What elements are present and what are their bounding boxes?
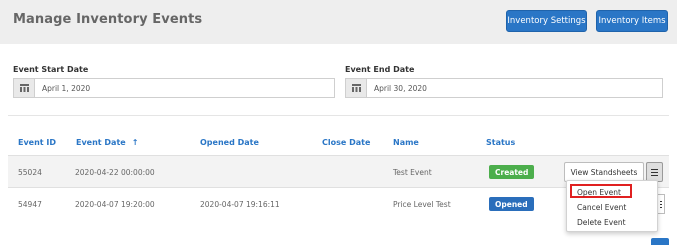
row-actions-dropdown: Open Event Cancel Event Delete Event	[566, 180, 658, 232]
calendar-icon	[351, 84, 361, 92]
column-header-status[interactable]: Status	[486, 138, 515, 147]
hamburger-menu-icon	[659, 200, 662, 208]
column-header-event-id[interactable]: Event ID	[18, 138, 56, 147]
inventory-settings-button[interactable]: Inventory Settings	[506, 10, 587, 32]
event-start-date-input[interactable]: April 1, 2020	[13, 78, 335, 98]
column-header-name[interactable]: Name	[393, 138, 419, 147]
status-badge: Opened	[489, 197, 534, 211]
inventory-items-button[interactable]: Inventory Items	[596, 10, 668, 32]
hamburger-menu-icon	[651, 168, 658, 176]
event-name-cell: Price Level Test	[393, 200, 451, 209]
event-start-date-label: Event Start Date	[13, 65, 89, 74]
status-badge: Created	[489, 165, 535, 179]
delete-event-menu-item[interactable]: Delete Event	[577, 218, 626, 227]
calendar-button[interactable]	[14, 79, 35, 97]
column-header-event-date[interactable]: Event Date ↑	[76, 138, 138, 147]
calendar-icon	[19, 84, 29, 92]
row-actions-menu-button[interactable]	[657, 194, 665, 214]
row-actions-menu-button[interactable]	[646, 162, 663, 182]
event-end-date-value: April 30, 2020	[374, 83, 427, 93]
event-name-cell: Test Event	[393, 168, 432, 177]
column-header-close-date[interactable]: Close Date	[322, 138, 370, 147]
view-standsheets-button[interactable]: View Standsheets	[564, 162, 644, 182]
event-date-cell: 2020-04-07 19:20:00	[75, 200, 155, 209]
column-header-event-date-label: Event Date	[76, 138, 126, 147]
open-event-menu-item[interactable]: Open Event	[577, 188, 621, 197]
opened-date-cell: 2020-04-07 19:16:11	[200, 200, 280, 209]
event-start-date-value: April 1, 2020	[42, 83, 91, 93]
event-date-cell: 2020-04-22 00:00:00	[75, 168, 155, 177]
column-header-opened-date[interactable]: Opened Date	[200, 138, 259, 147]
calendar-button[interactable]	[346, 79, 367, 97]
event-id-cell: 55024	[18, 168, 42, 177]
cancel-event-menu-item[interactable]: Cancel Event	[577, 203, 626, 212]
partial-button[interactable]	[651, 238, 669, 245]
event-end-date-label: Event End Date	[345, 65, 415, 74]
sort-ascending-arrow-icon: ↑	[131, 138, 139, 147]
event-end-date-input[interactable]: April 30, 2020	[345, 78, 663, 98]
section-divider	[8, 115, 669, 116]
page-title: Manage Inventory Events	[13, 12, 203, 27]
event-id-cell: 54947	[18, 200, 42, 209]
